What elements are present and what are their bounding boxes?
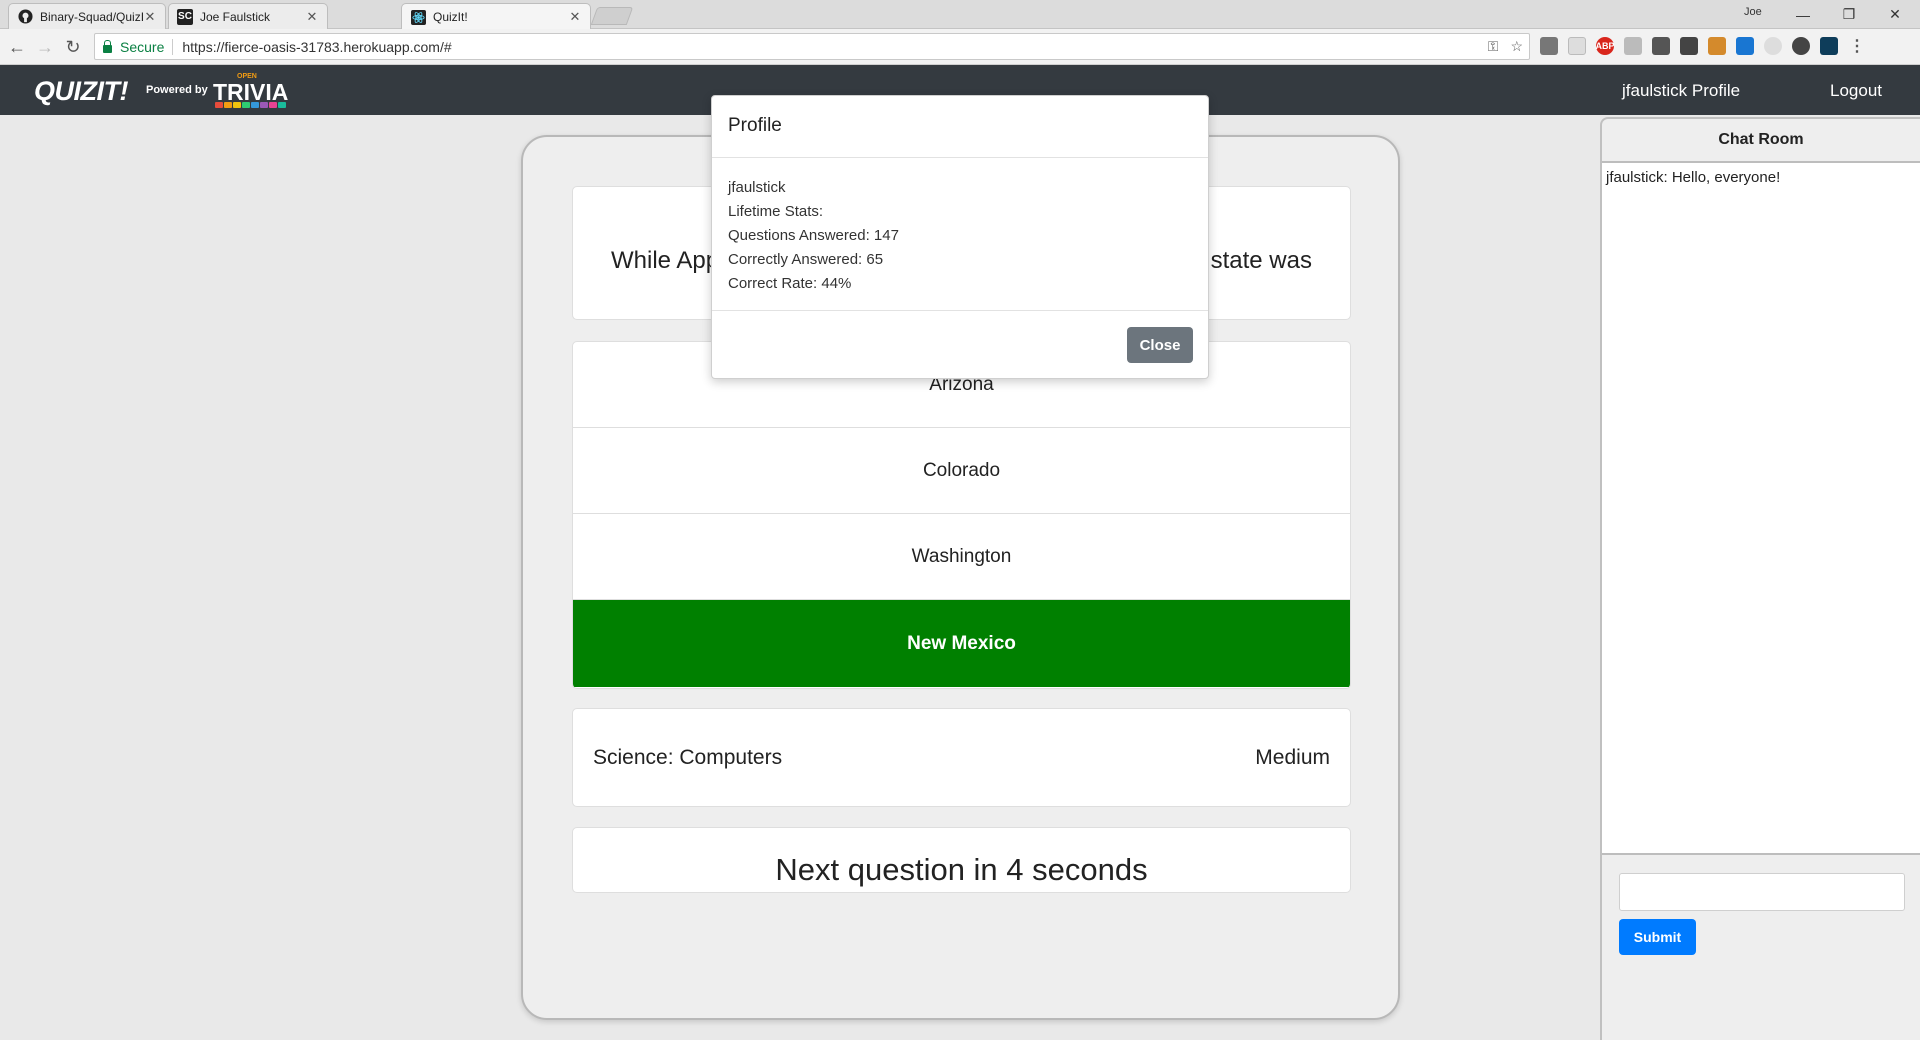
answer-option-correct[interactable]: New Mexico (573, 600, 1350, 687)
answer-option[interactable]: Colorado (573, 428, 1350, 514)
category-label: Science: Computers (593, 746, 783, 769)
key-icon[interactable]: ⚿ (1488, 38, 1499, 55)
close-button[interactable]: Close (1127, 327, 1193, 363)
close-window-icon[interactable]: ✕ (1872, 0, 1918, 29)
profile-link[interactable]: jfaulstick Profile (1622, 81, 1740, 101)
close-tab-icon[interactable]: ✕ (143, 9, 157, 25)
powered-by-label: Powered by (146, 84, 208, 96)
extension-icon[interactable] (1624, 37, 1642, 55)
close-tab-icon[interactable]: ✕ (305, 9, 319, 25)
answer-list: Arizona Colorado Washington New Mexico (572, 341, 1351, 689)
chat-input[interactable] (1619, 873, 1905, 911)
question-text-end: state was (1210, 247, 1312, 274)
extension-icon[interactable] (1680, 37, 1698, 55)
divider (712, 157, 1208, 158)
tab-title: Joe Faulstick (200, 9, 271, 24)
star-icon[interactable]: ☆ (1510, 38, 1523, 55)
difficulty-label: Medium (1255, 746, 1330, 769)
reload-icon[interactable]: ↻ (62, 36, 84, 58)
quizit-logo[interactable]: QUIZIT! (34, 76, 128, 107)
correct-rate: Correct Rate: 44% (728, 275, 852, 292)
submit-button[interactable]: Submit (1619, 919, 1696, 955)
address-bar[interactable]: Secure https://fierce-oasis-31783.heroku… (94, 33, 1530, 60)
questions-answered: Questions Answered: 147 (728, 227, 899, 244)
modal-body: jfaulstick Lifetime Stats: Questions Ans… (728, 176, 899, 296)
logout-link[interactable]: Logout (1830, 81, 1882, 101)
extension-icon[interactable] (1568, 37, 1586, 55)
forward-icon[interactable]: → (34, 36, 56, 58)
lock-icon (103, 39, 112, 53)
github-icon (17, 9, 33, 25)
menu-icon[interactable]: ⋮ (1848, 37, 1866, 55)
timer-card: Next question in 4 seconds (572, 827, 1351, 893)
minimize-icon[interactable]: — (1780, 0, 1826, 29)
correctly-answered: Correctly Answered: 65 (728, 251, 884, 268)
extension-icon[interactable] (1792, 37, 1810, 55)
extension-icon[interactable] (1764, 37, 1782, 55)
back-icon[interactable]: ← (6, 36, 28, 58)
window-user-label[interactable]: Joe (1744, 6, 1762, 18)
browser-tab[interactable]: SC Joe Faulstick ✕ (168, 3, 328, 29)
extension-icon[interactable] (1540, 37, 1558, 55)
adblock-icon[interactable]: ABP (1596, 37, 1615, 55)
answer-option[interactable]: Washington (573, 514, 1350, 600)
react-icon (410, 9, 426, 25)
sc-icon: SC (177, 8, 193, 25)
chat-panel: Chat Room jfaulstick: Hello, everyone! S… (1600, 117, 1920, 1040)
browser-tab[interactable]: Binary-Squad/QuizIt: Qu ✕ (8, 3, 166, 29)
url-text[interactable]: https://fierce-oasis-31783.herokuapp.com… (182, 39, 451, 55)
secure-label: Secure (120, 38, 165, 55)
profile-username: jfaulstick (728, 179, 786, 196)
chat-title: Chat Room (1602, 119, 1920, 163)
extensions-bar: ABP ⋮ (1540, 37, 1866, 55)
open-trivia-db-logo: OPEN TRIVIA (213, 73, 293, 108)
divider (172, 38, 174, 55)
extension-icon[interactable] (1652, 37, 1670, 55)
divider (712, 310, 1208, 311)
react-devtools-icon[interactable] (1820, 37, 1838, 55)
question-meta-card: Science: Computers Medium (572, 708, 1351, 807)
browser-toolbar: ← → ↻ Secure https://fierce-oasis-31783.… (0, 29, 1920, 65)
modal-title: Profile (728, 115, 782, 136)
profile-modal: Profile jfaulstick Lifetime Stats: Quest… (711, 95, 1209, 379)
browser-tab-strip: Binary-Squad/QuizIt: Qu ✕ SC Joe Faulsti… (0, 0, 1920, 30)
browser-tab-active[interactable]: QuizIt! ✕ (401, 3, 591, 30)
tab-title: Binary-Squad/QuizIt: Qu (40, 9, 143, 24)
extension-icon[interactable] (1736, 37, 1754, 55)
new-tab-button[interactable] (590, 7, 634, 25)
restore-icon[interactable]: ❐ (1826, 0, 1872, 29)
tab-title: QuizIt! (433, 10, 468, 24)
extension-icon[interactable] (1708, 37, 1726, 55)
close-tab-icon[interactable]: ✕ (568, 9, 582, 25)
timer-text: Next question in 4 seconds (775, 852, 1148, 887)
chat-message: jfaulstick: Hello, everyone! (1606, 169, 1781, 186)
lifetime-stats-label: Lifetime Stats: (728, 203, 824, 220)
chat-messages: jfaulstick: Hello, everyone! (1602, 163, 1920, 855)
